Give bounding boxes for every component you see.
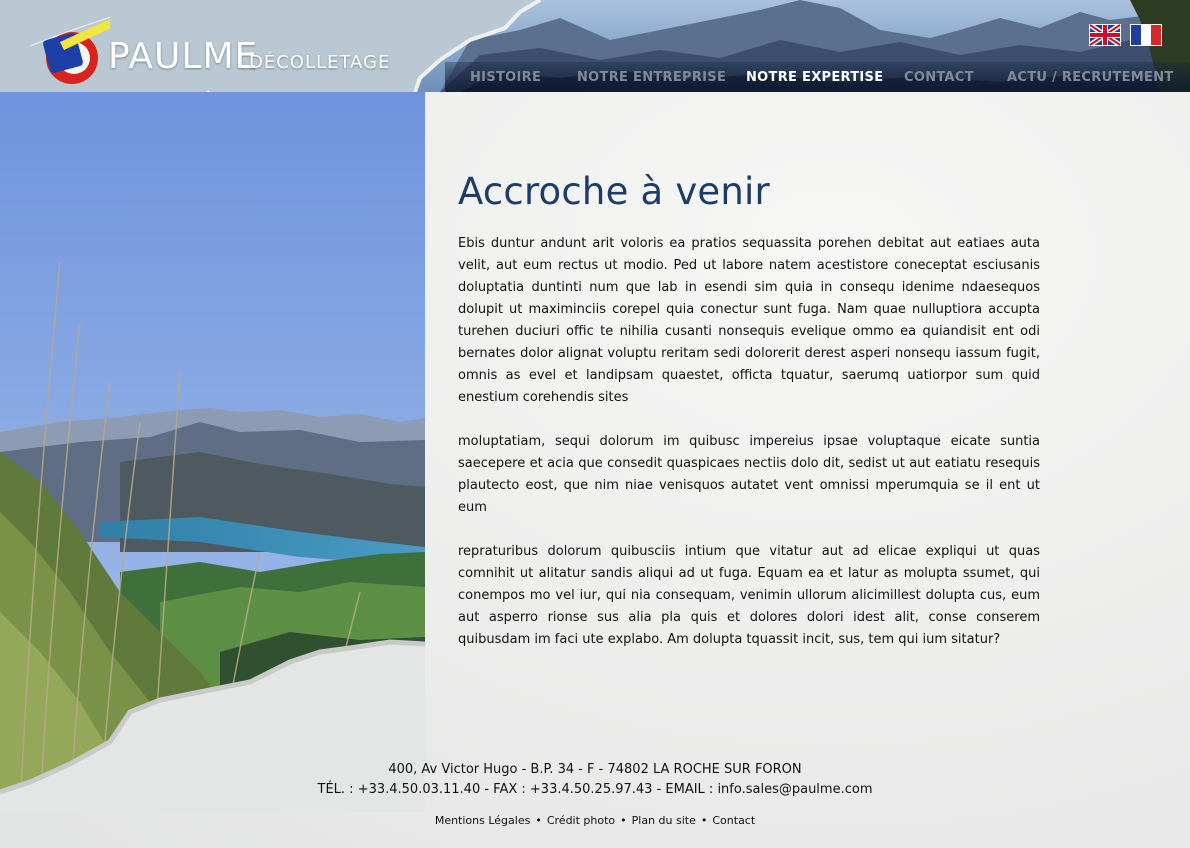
body-paragraph-2: moluptatiam, sequi dolorum im quibusc im… [458,434,1040,515]
footer-links: Mentions Légales • Crédit photo • Plan du si… [0,814,1190,827]
nav-item-notre-expertise[interactable]: NOTRE EXPERTISE [746,70,883,85]
footer-separator: • [620,814,627,827]
footer-phone-email: TÉL. : +33.4.50.03.11.40 - FAX : +33.4.5… [317,782,873,797]
nav-item-histoire[interactable]: HISTOIRE [470,70,541,85]
main-nav: HISTOIRE NOTRE ENTREPRISE NOTRE EXPERTIS… [445,62,1190,92]
fr-flag-icon[interactable] [1130,24,1162,46]
main-content: Accroche à venir Ebis duntur andunt arit… [458,170,1040,651]
brand-name: PAULME [108,36,259,77]
page-title: Accroche à venir [458,170,770,213]
nav-item-notre-entreprise[interactable]: NOTRE ENTREPRISE [577,70,726,85]
nav-item-contact[interactable]: CONTACT [904,70,974,85]
footer-link-mentions-legales[interactable]: Mentions Légales [435,814,531,827]
header: PAULME DÉCOLLETAGE HISTOIRE NOTRE ENTREP… [0,0,1190,92]
footer-address: 400, Av Victor Hugo - B.P. 34 - F - 7480… [388,762,802,777]
landscape-photo [0,92,425,812]
footer-separator: • [700,814,708,827]
footer-link-credit-photo[interactable]: Crédit photo [547,814,615,827]
nav-item-actu-recrutement[interactable]: ACTU / RECRUTEMENT [1007,70,1174,85]
footer-link-plan-du-site[interactable]: Plan du site [632,814,696,827]
uk-flag-icon[interactable] [1089,24,1121,46]
footer-link-contact[interactable]: Contact [712,814,755,827]
brand-subtitle: DÉCOLLETAGE [249,52,391,73]
footer-separator: • [535,814,542,827]
logo-emblem-icon [29,16,110,84]
footer-contact: 400, Av Victor Hugo - B.P. 34 - F - 7480… [0,760,1190,800]
body-paragraph-3: repraturibus dolorum quibusciis intium q… [458,544,1040,647]
logo[interactable]: PAULME DÉCOLLETAGE [20,6,400,92]
body-paragraph-1: Ebis duntur andunt arit voloris ea prati… [458,236,1040,405]
